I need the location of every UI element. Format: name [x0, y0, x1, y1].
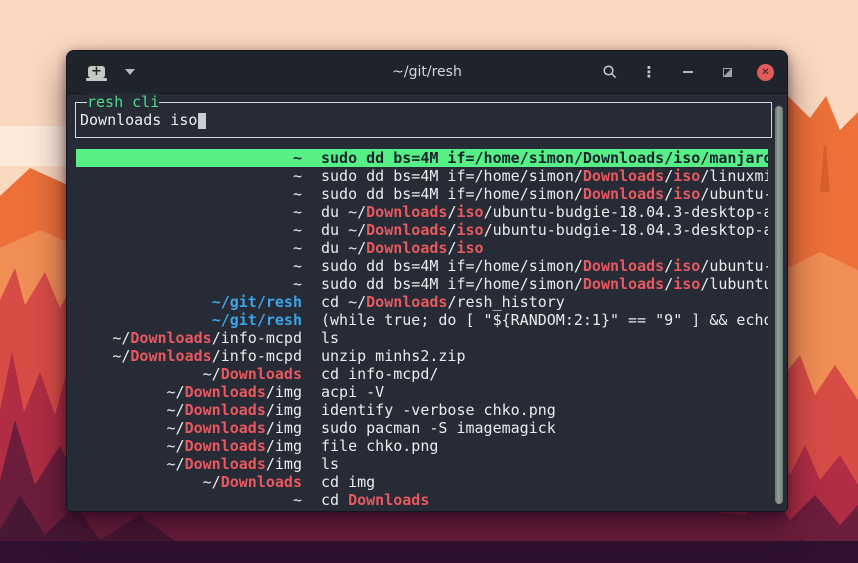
terminal-content: resh cli Downloads iso ~sudo dd bs=4M if…: [67, 94, 787, 511]
search-button[interactable]: [601, 63, 619, 81]
search-input[interactable]: Downloads iso: [80, 111, 206, 129]
chevron-down-icon[interactable]: [125, 69, 135, 75]
restore-button[interactable]: [718, 63, 736, 81]
scrollbar-thumb[interactable]: [775, 106, 783, 504]
new-tab-icon[interactable]: [88, 66, 105, 78]
close-button[interactable]: ✕: [757, 64, 774, 81]
text-cursor: [198, 113, 206, 129]
history-row[interactable]: ~sudo dd bs=4M if=/home/simon/Downloads/…: [76, 185, 768, 203]
history-row[interactable]: ~/Downloads/info-mcpdls: [76, 329, 768, 347]
titlebar[interactable]: ~/git/resh ⋮ ✕: [67, 51, 787, 94]
history-row[interactable]: ~/Downloads/imgacpi -V: [76, 383, 768, 401]
history-row[interactable]: ~sudo dd bs=4M if=/home/simon/Downloads/…: [76, 149, 768, 167]
minimize-button[interactable]: [679, 63, 697, 81]
terminal-window: ~/git/resh ⋮ ✕ resh cli Downloads iso ~s…: [66, 50, 788, 512]
history-row[interactable]: ~du ~/Downloads/iso/ubuntu-budgie-18.04.…: [76, 203, 768, 221]
history-row[interactable]: ~/Downloads/info-mcpdunzip minhs2.zip: [76, 347, 768, 365]
history-row[interactable]: ~cd Downloads: [76, 491, 768, 509]
history-row[interactable]: ~sudo dd bs=4M if=/home/simon/Downloads/…: [76, 167, 768, 185]
history-row[interactable]: ~/Downloadscd img: [76, 473, 768, 491]
history-row[interactable]: ~/Downloads/imgfile chko.png: [76, 437, 768, 455]
resh-search-box[interactable]: resh cli Downloads iso: [75, 102, 772, 138]
history-list: ~sudo dd bs=4M if=/home/simon/Downloads/…: [76, 149, 768, 509]
history-row[interactable]: ~du ~/Downloads/iso: [76, 239, 768, 257]
search-icon: [602, 64, 618, 80]
history-row[interactable]: ~sudo dd bs=4M if=/home/simon/Downloads/…: [76, 257, 768, 275]
resh-box-label: resh cli: [87, 93, 159, 111]
history-row[interactable]: ~/Downloads/imgls: [76, 455, 768, 473]
history-row[interactable]: ~/Downloads/imgsudo pacman -S imagemagic…: [76, 419, 768, 437]
wallpaper-foreground: [0, 541, 858, 563]
history-row[interactable]: ~/git/resh(while true; do [ "${RANDOM:2:…: [76, 311, 768, 329]
history-row[interactable]: ~/Downloadscd info-mcpd/: [76, 365, 768, 383]
history-row[interactable]: ~sudo dd bs=4M if=/home/simon/Downloads/…: [76, 275, 768, 293]
history-row[interactable]: ~/Downloads/imgidentify -verbose chko.pn…: [76, 401, 768, 419]
restore-icon: [723, 68, 732, 77]
minimize-icon: [683, 71, 693, 73]
history-row[interactable]: ~du ~/Downloads/iso/ubuntu-budgie-18.04.…: [76, 221, 768, 239]
menu-kebab-icon[interactable]: ⋮: [640, 63, 658, 81]
history-row[interactable]: ~/git/reshcd ~/Downloads/resh_history: [76, 293, 768, 311]
